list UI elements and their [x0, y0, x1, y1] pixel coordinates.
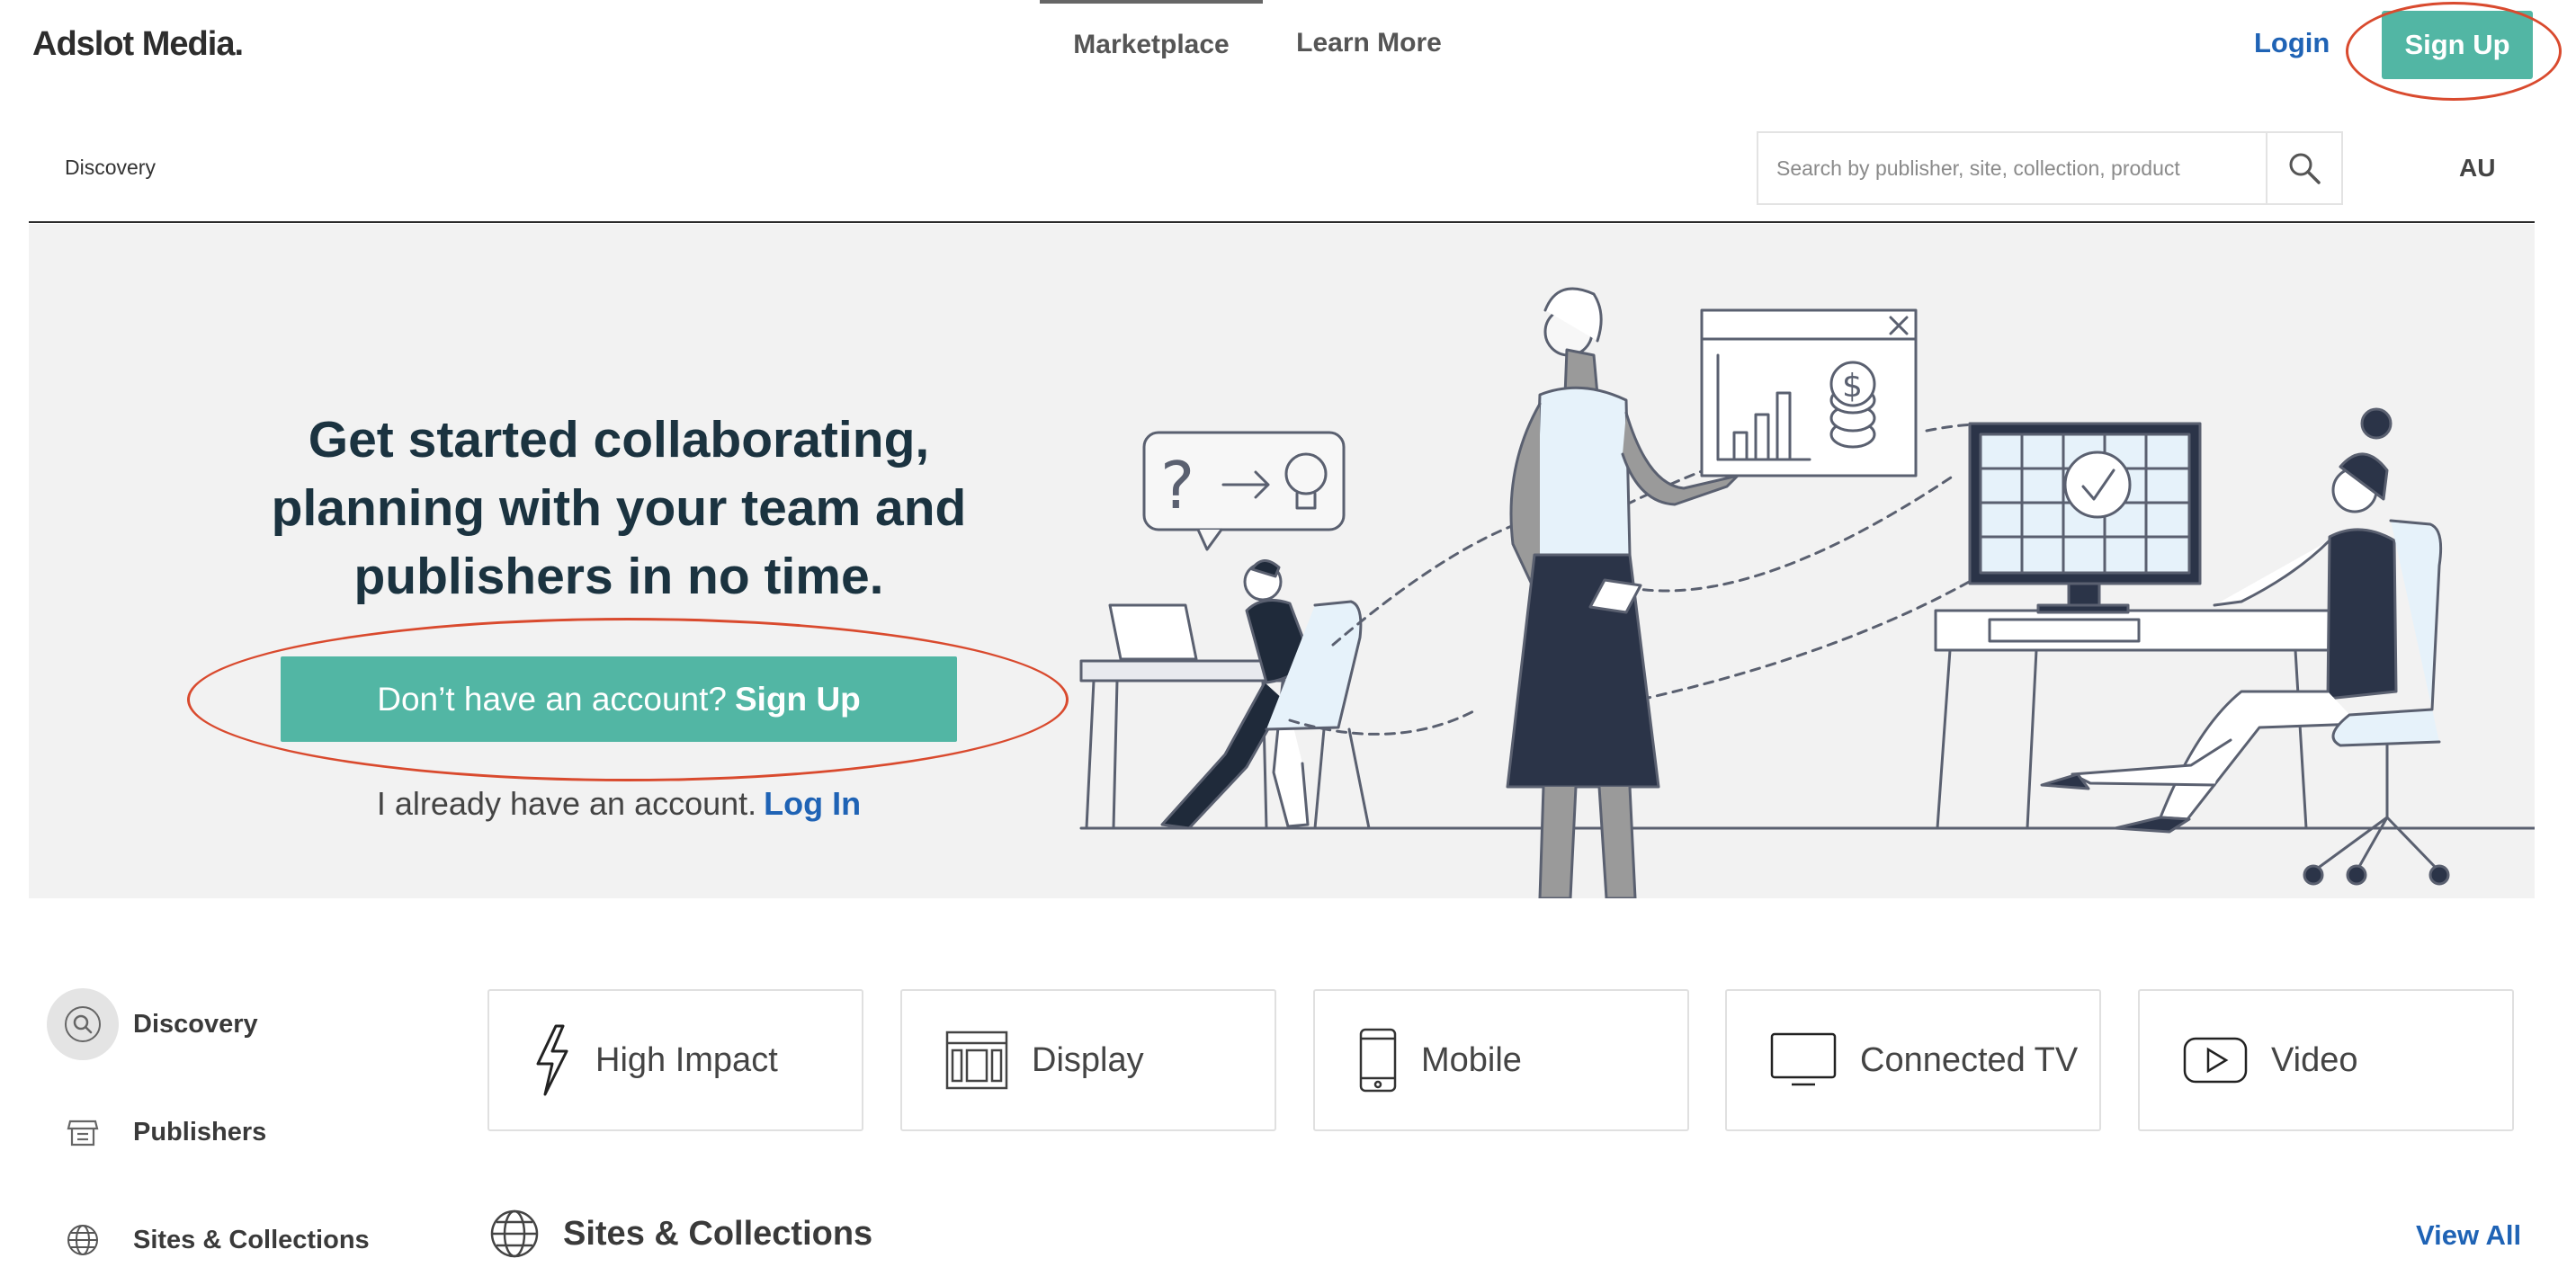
category-card-video[interactable]: Video [2138, 989, 2514, 1131]
category-card-mobile[interactable]: Mobile [1313, 989, 1689, 1131]
category-label: Video [2271, 1040, 2358, 1079]
hero-login-link[interactable]: Log In [764, 785, 861, 822]
mobile-phone-icon [1359, 1028, 1397, 1093]
search-icon [2289, 153, 2321, 184]
sidenav-item-publishers[interactable]: Publishers [47, 1096, 266, 1168]
view-all-link[interactable]: View All [2416, 1219, 2521, 1252]
hero-illustration: ? $ [1079, 287, 2535, 898]
header-divider [29, 221, 2535, 223]
sites-collections-heading: Sites & Collections [489, 1209, 872, 1259]
play-icon [2183, 1037, 2248, 1084]
hero-signup-button[interactable]: Don’t have an account? Sign Up [281, 656, 957, 742]
globe-icon [47, 1204, 119, 1276]
category-label: Connected TV [1860, 1040, 2079, 1079]
category-card-connected-tv[interactable]: Connected TV [1725, 989, 2101, 1131]
store-icon [47, 1096, 119, 1168]
sidenav-label: Discovery [133, 1009, 258, 1039]
svg-text:?: ? [1160, 448, 1194, 523]
display-layout-icon [945, 1031, 1008, 1090]
hero-title-line: publishers in no time. [353, 548, 884, 605]
category-card-high-impact[interactable]: High Impact [487, 989, 863, 1131]
sidenav-item-sites-collections[interactable]: Sites & Collections [47, 1204, 370, 1276]
search-bar [1757, 131, 2343, 205]
hero-login-line: I already have an account. Log In [223, 785, 1015, 823]
hero-title-line: planning with your team and [271, 479, 967, 537]
category-label: Display [1032, 1040, 1144, 1079]
hero-title: Get started collaborating, planning with… [223, 406, 1015, 611]
hero-cta-prefix: Don’t have an account? [377, 680, 727, 718]
sidenav-item-discovery[interactable]: Discovery [47, 988, 258, 1060]
tv-icon [1770, 1032, 1837, 1086]
region-selector[interactable]: AU [2459, 154, 2495, 183]
signup-button[interactable]: Sign Up [2382, 11, 2533, 79]
hero-login-prefix: I already have an account. [376, 785, 757, 822]
search-input[interactable] [1758, 133, 2266, 203]
hero-cta-strong: Sign Up [735, 680, 861, 718]
tab-marketplace[interactable]: Marketplace [1040, 0, 1263, 86]
category-card-display[interactable]: Display [900, 989, 1276, 1131]
discovery-icon [47, 988, 119, 1060]
section-title: Sites & Collections [563, 1214, 873, 1253]
brand-logo[interactable]: Adslot Media. [32, 25, 244, 64]
svg-text:$: $ [1842, 368, 1863, 405]
category-label: Mobile [1421, 1040, 1522, 1079]
breadcrumb[interactable]: Discovery [65, 156, 156, 180]
globe-icon [490, 1209, 539, 1258]
category-label: High Impact [595, 1040, 778, 1079]
tab-learn-more[interactable]: Learn More [1263, 0, 1475, 86]
hero-title-line: Get started collaborating, [308, 411, 930, 468]
hero-banner: Get started collaborating, planning with… [29, 224, 2535, 898]
sidenav-label: Publishers [133, 1117, 267, 1147]
sidenav-label: Sites & Collections [133, 1225, 370, 1254]
login-link[interactable]: Login [2254, 27, 2330, 59]
lightning-icon [536, 1024, 568, 1096]
search-button[interactable] [2266, 133, 2341, 203]
